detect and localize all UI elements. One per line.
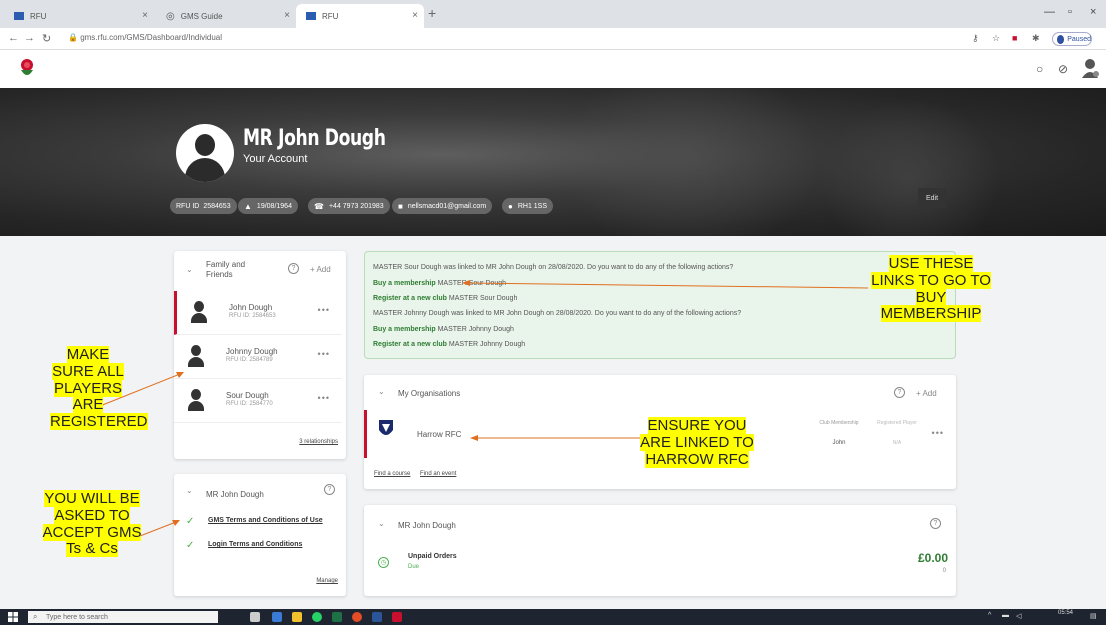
search-icon: ⌕ — [33, 612, 38, 621]
windows-taskbar: ⌕ Type here to search ^ ▬ ◁ 05:54 ▤ — [0, 609, 1106, 625]
annotation-text: USE THESE LINKS TO GO TO BUY MEMBERSHIP — [871, 255, 991, 323]
chrome-icon[interactable] — [352, 612, 362, 622]
taskbar-search-input[interactable]: ⌕ Type here to search — [28, 611, 218, 623]
arrow-line — [465, 282, 869, 289]
notification-icon[interactable]: ▤ — [1090, 612, 1097, 620]
network-icon[interactable]: ▬ — [1002, 612, 1009, 619]
search-placeholder: Type here to search — [46, 613, 108, 621]
powerpoint-icon[interactable] — [392, 612, 402, 622]
annotation-terms: YOU WILL BE ASKED TO ACCEPT GMS Ts & Cs — [38, 490, 146, 558]
word-icon[interactable] — [372, 612, 382, 622]
annotation-harrow: ENSURE YOU ARE LINKED TO HARROW RFC — [634, 417, 760, 468]
excel-icon[interactable] — [332, 612, 342, 622]
annotation-text: ENSURE YOU ARE LINKED TO HARROW RFC — [640, 417, 754, 468]
windows-start-icon[interactable] — [8, 612, 18, 622]
file-explorer-icon[interactable] — [292, 612, 302, 622]
annotation-register-players: MAKE SURE ALL PLAYERS ARE REGISTERED — [50, 346, 148, 431]
volume-icon[interactable]: ◁ — [1016, 612, 1021, 620]
annotation-buy-membership: USE THESE LINKS TO GO TO BUY MEMBERSHIP — [868, 255, 994, 323]
tray-chevron-icon[interactable]: ^ — [988, 612, 991, 619]
arrowhead — [470, 435, 478, 441]
whatsapp-icon[interactable] — [312, 612, 322, 622]
task-view-icon[interactable] — [250, 612, 260, 622]
annotation-text: YOU WILL BE ASKED TO ACCEPT GMS Ts & Cs — [42, 490, 142, 558]
edge-icon[interactable] — [272, 612, 282, 622]
arrowhead — [462, 280, 470, 286]
clock-time[interactable]: 05:54 — [1058, 610, 1073, 616]
